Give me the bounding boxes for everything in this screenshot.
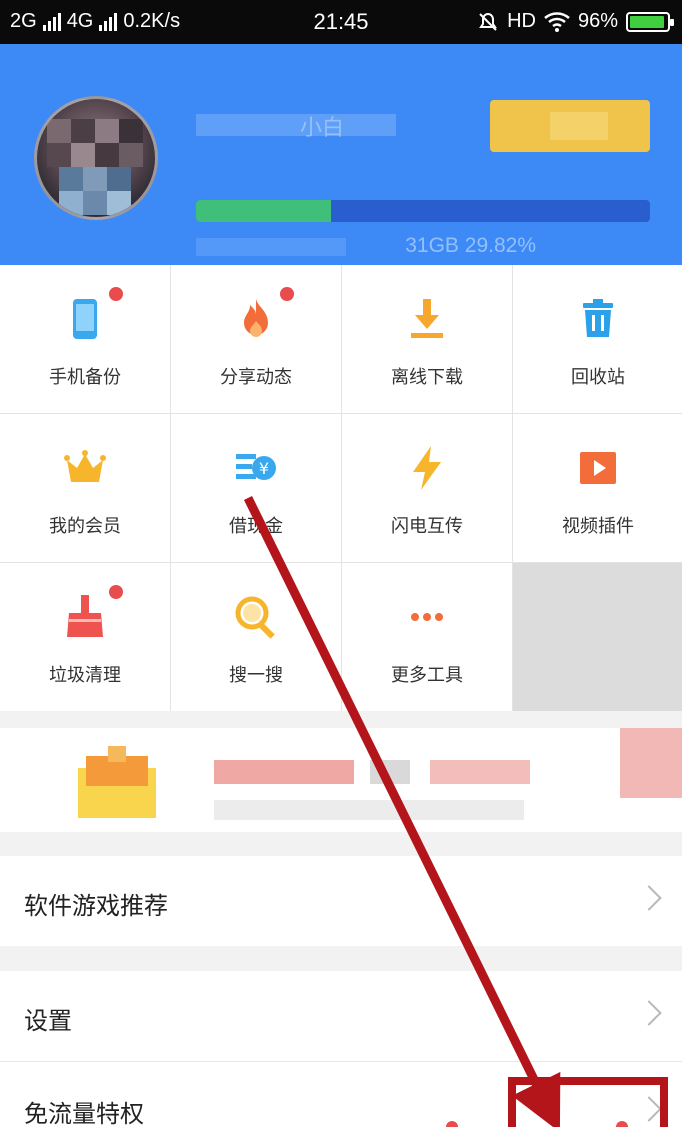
banner-blurred-title xyxy=(430,760,530,784)
svg-text:¥: ¥ xyxy=(259,459,269,478)
chevron-right-icon xyxy=(636,1000,662,1026)
mute-bell-icon xyxy=(479,12,497,31)
promo-banner[interactable] xyxy=(0,728,682,832)
tool-junk-cleaner[interactable]: 垃圾清理 xyxy=(0,563,170,711)
tool-label: 搜一搜 xyxy=(229,665,283,685)
tool-label: 视频插件 xyxy=(562,516,634,536)
notification-dot xyxy=(109,585,123,599)
storage-text: 31GB 29.82% xyxy=(405,234,536,257)
menu-label: 软件游戏推荐 xyxy=(24,893,168,920)
lightning-icon xyxy=(413,446,441,490)
phone-backup-icon xyxy=(73,299,97,339)
banner-blurred-title xyxy=(214,760,354,784)
avatar[interactable] xyxy=(34,96,158,220)
storage-progress-fill xyxy=(196,200,332,222)
tool-search[interactable]: 搜一搜 xyxy=(171,563,341,711)
crown-icon xyxy=(64,450,106,482)
grid-empty-cell xyxy=(513,563,682,711)
tool-label: 回收站 xyxy=(571,367,625,387)
menu-free-data[interactable]: 免流量特权 xyxy=(0,1062,682,1127)
menu-software-games[interactable]: 软件游戏推荐 xyxy=(0,856,682,946)
notification-dot xyxy=(109,287,123,301)
tool-label: 闪电互传 xyxy=(391,516,463,536)
menu-label: 设置 xyxy=(24,1008,72,1035)
flame-icon xyxy=(244,299,268,337)
download-icon xyxy=(411,299,443,338)
storage-progress-bar xyxy=(196,200,650,222)
wifi-icon xyxy=(544,11,570,32)
tool-label: 分享动态 xyxy=(220,367,292,387)
username: 小白 xyxy=(300,115,345,140)
more-icon xyxy=(411,613,443,621)
broom-icon xyxy=(67,595,103,637)
tool-label: 借现金 xyxy=(229,516,283,536)
gift-icon xyxy=(78,746,156,818)
chevron-right-icon xyxy=(636,885,662,911)
tool-phone-backup[interactable]: 手机备份 xyxy=(0,265,170,413)
tool-recycle-bin[interactable]: 回收站 xyxy=(513,265,682,413)
tool-label: 垃圾清理 xyxy=(49,665,121,685)
battery-icon xyxy=(626,11,674,32)
hd-label: HD xyxy=(507,10,536,32)
username-blurred xyxy=(196,114,396,136)
video-icon xyxy=(580,452,616,484)
tool-video-plugin[interactable]: 视频插件 xyxy=(513,414,682,562)
system-icons: HD 96% xyxy=(477,10,674,33)
menu-label: 免流量特权 xyxy=(24,1101,144,1127)
tool-label: 更多工具 xyxy=(391,665,463,685)
tool-cash-loan[interactable]: ¥ 借现金 xyxy=(171,414,341,562)
trash-icon xyxy=(583,299,613,337)
tool-my-membership[interactable]: 我的会员 xyxy=(0,414,170,562)
profile-header: 小白 31GB 29.82% xyxy=(0,44,682,265)
banner-blurred-art xyxy=(620,728,682,798)
vip-badge[interactable] xyxy=(490,100,650,152)
battery-percent: 96% xyxy=(577,10,618,32)
tools-grid: 手机备份 分享动态 离线下载 回收站 我的会员 ¥ 借现金 闪电互传 视频插件 … xyxy=(0,265,682,711)
notification-dot xyxy=(280,287,294,301)
menu-settings[interactable]: 设置 xyxy=(0,971,682,1061)
tool-share-feed[interactable]: 分享动态 xyxy=(171,265,341,413)
status-bar: 2G 4G 0.2K/s 21:45 HD 96% xyxy=(0,0,682,44)
cash-loan-icon: ¥ xyxy=(236,454,276,480)
tool-offline-download[interactable]: 离线下载 xyxy=(342,265,512,413)
tool-more[interactable]: 更多工具 xyxy=(342,563,512,711)
banner-blurred-title xyxy=(370,760,410,784)
tool-label: 手机备份 xyxy=(49,367,121,387)
tool-label: 我的会员 xyxy=(49,516,121,536)
tool-flash-transfer[interactable]: 闪电互传 xyxy=(342,414,512,562)
search-icon xyxy=(235,596,275,639)
tool-label: 离线下载 xyxy=(391,367,463,387)
banner-blurred-subtitle xyxy=(214,800,524,820)
chevron-right-icon xyxy=(636,1096,662,1122)
